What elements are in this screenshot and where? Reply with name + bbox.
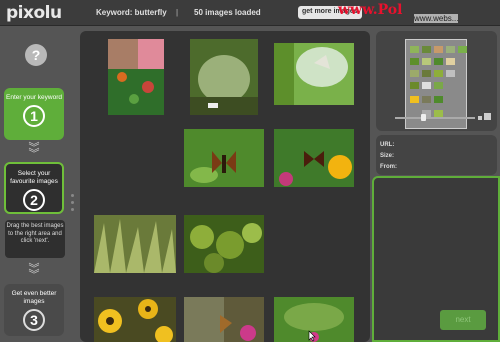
zoom-slider-handle[interactable] bbox=[421, 114, 426, 121]
pixolu-logo: pixolu bbox=[6, 3, 62, 23]
images-loaded-count: 50 images loaded bbox=[194, 8, 261, 17]
image-thumbnail[interactable] bbox=[184, 129, 264, 187]
step3-number: 3 bbox=[23, 309, 45, 331]
image-grid bbox=[80, 31, 370, 342]
step2-label: Select your favourite images bbox=[10, 170, 58, 185]
chevron-down-icon: ︾ ︾ bbox=[28, 263, 40, 281]
step2-number: 2 bbox=[23, 189, 45, 211]
mini-map[interactable] bbox=[405, 39, 467, 129]
top-bar: pixolu Keyword: butterfly | 50 images lo… bbox=[0, 0, 500, 26]
url-label: URL: bbox=[380, 142, 395, 148]
from-label: From: bbox=[380, 164, 397, 170]
step1-number: 1 bbox=[23, 105, 45, 127]
header-separator: | bbox=[176, 8, 179, 17]
keyword-label: Keyword: butterfly bbox=[96, 8, 167, 17]
step1-label: Enter your keyword bbox=[6, 94, 62, 101]
zoom-out-icon[interactable] bbox=[478, 116, 482, 120]
step-better-images[interactable]: Get even better images 3 bbox=[4, 284, 64, 336]
image-thumbnail[interactable] bbox=[108, 39, 164, 115]
image-info-panel: URL: Size: From: bbox=[376, 135, 497, 175]
image-thumbnail[interactable] bbox=[274, 43, 354, 105]
image-thumbnail[interactable] bbox=[190, 39, 258, 115]
chevron-down-icon: ︾ ︾ bbox=[28, 142, 40, 160]
image-thumbnail[interactable] bbox=[274, 129, 354, 187]
image-thumbnail[interactable] bbox=[94, 297, 176, 342]
help-button[interactable]: ? bbox=[25, 44, 47, 66]
step-select-images[interactable]: Select your favourite images 2 bbox=[4, 162, 64, 214]
zoom-in-icon[interactable] bbox=[484, 113, 491, 120]
size-label: Size: bbox=[380, 153, 395, 159]
instruction-hint: Drag the best images to the right area a… bbox=[5, 220, 65, 258]
watermark-url: www.webs... bbox=[414, 14, 459, 23]
watermark-text: www.Pol bbox=[338, 2, 403, 18]
next-button[interactable]: next bbox=[440, 310, 486, 330]
panel-drag-handle[interactable] bbox=[71, 194, 75, 215]
step3-label: Get even better images bbox=[11, 290, 57, 305]
mouse-cursor-icon bbox=[308, 330, 316, 342]
image-thumbnail[interactable] bbox=[94, 215, 176, 273]
image-thumbnail[interactable] bbox=[184, 297, 264, 342]
zoom-slider-track[interactable] bbox=[395, 117, 475, 119]
step-enter-keyword[interactable]: Enter your keyword 1 bbox=[4, 88, 64, 140]
image-thumbnail[interactable] bbox=[184, 215, 264, 273]
